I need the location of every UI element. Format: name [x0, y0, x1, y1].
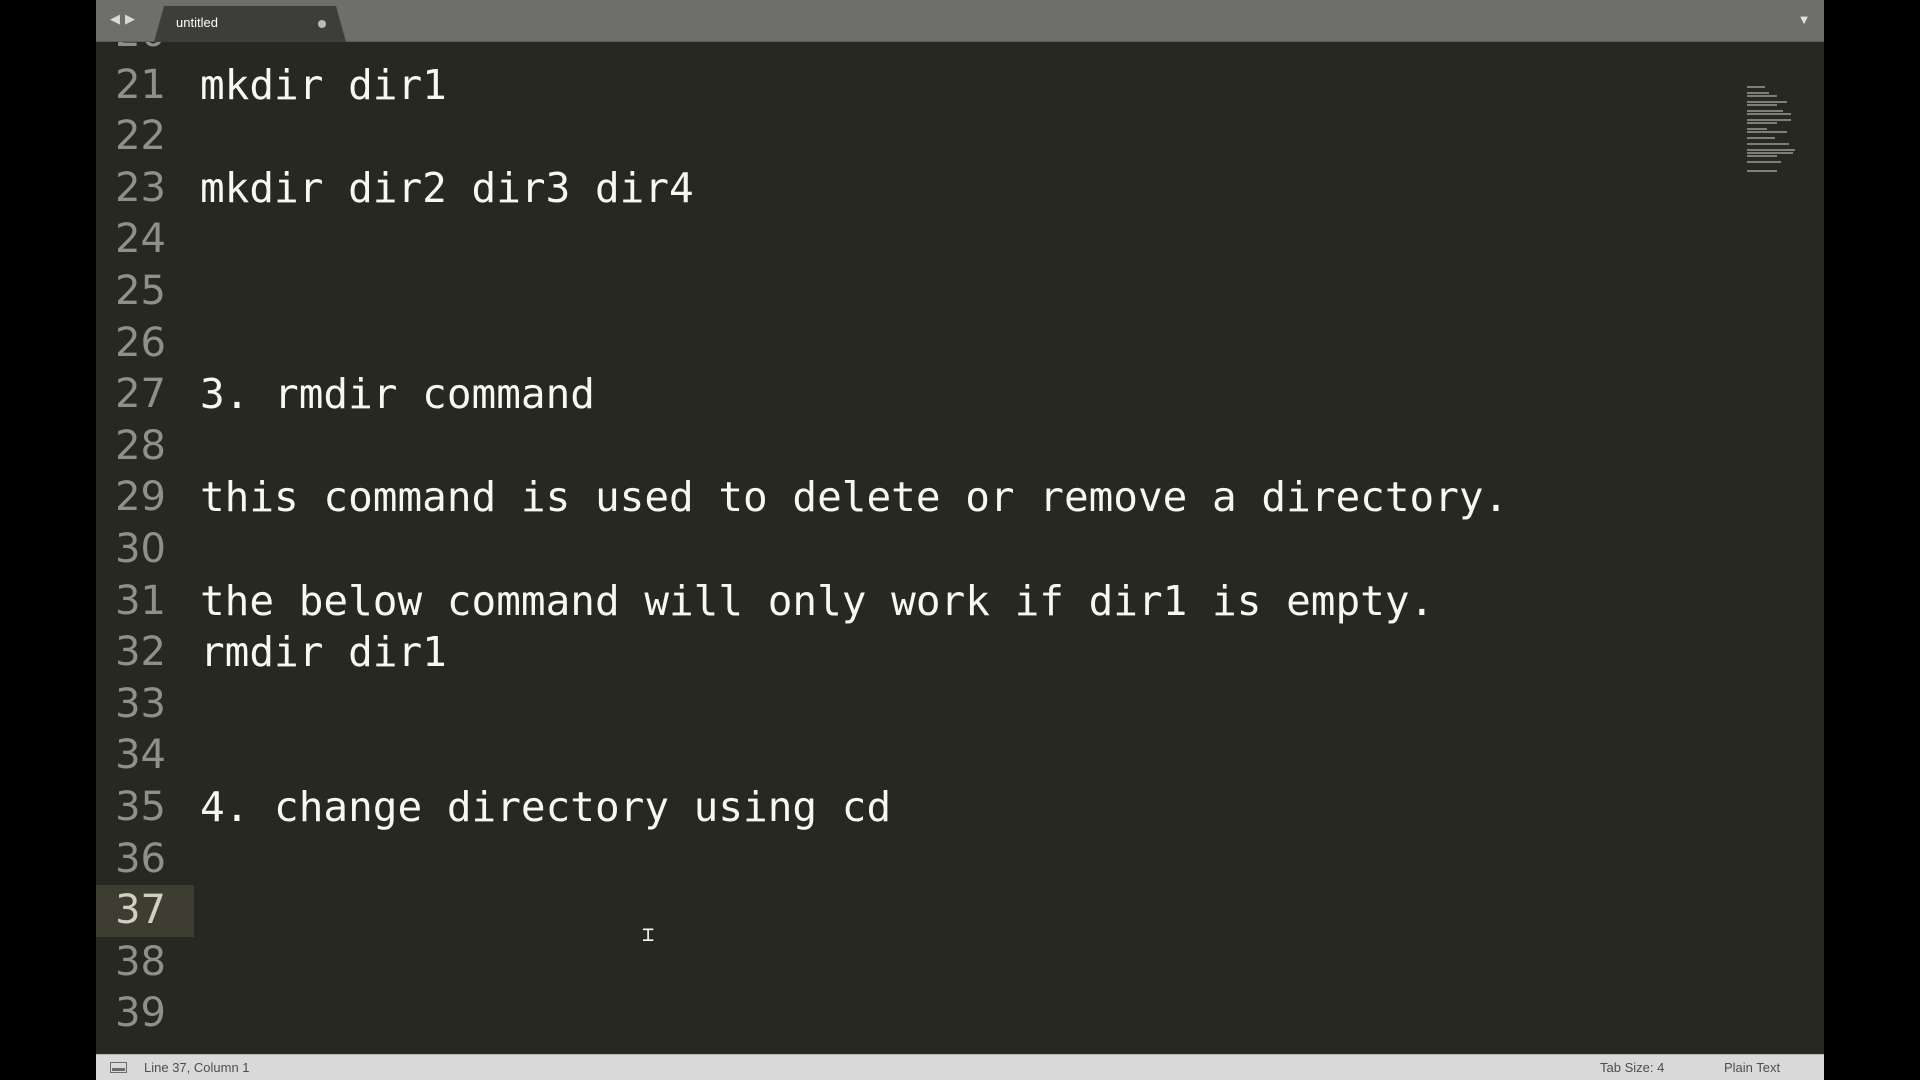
editor-line[interactable]: 30	[96, 524, 1746, 576]
minimap[interactable]	[1747, 86, 1813, 176]
status-bar: Line 37, Column 1 Tab Size: 4 Plain Text	[96, 1054, 1824, 1080]
text-editor[interactable]: 2021 mkdir dir1 2223 mkdir dir2 dir3 dir4 24…	[96, 42, 1824, 1054]
line-number: 26	[115, 319, 166, 366]
ibeam-cursor-icon: ⌶	[642, 922, 655, 946]
line-text[interactable]: this command is used to delete or remove…	[200, 472, 1508, 524]
tab-menu-chevron-icon[interactable]: ▼	[1796, 12, 1812, 28]
editor-line[interactable]: 34	[96, 730, 1746, 782]
editor-line[interactable]: 20	[96, 42, 1746, 60]
current-line[interactable]: 37	[96, 885, 1746, 937]
line-number: 27	[115, 371, 166, 418]
nav-back-icon[interactable]: ◀	[108, 11, 122, 27]
line-number: 35	[115, 783, 166, 830]
editor-line[interactable]: 25	[96, 266, 1746, 318]
line-number: 33	[115, 680, 166, 727]
editor-window: ◀ ▶ untitled ▼ 2021 mkdir dir1 2223 mkdir d…	[96, 0, 1824, 1080]
editor-line[interactable]: 29 this command is used to delete or remo…	[96, 472, 1746, 524]
minimap-line	[1747, 119, 1791, 121]
line-number: 24	[115, 216, 166, 263]
line-number: 30	[115, 525, 166, 572]
line-text[interactable]: the below command will only work if dir1…	[200, 576, 1434, 628]
editor-line[interactable]: 36	[96, 834, 1746, 886]
line-number: 28	[115, 422, 166, 469]
line-number: 36	[115, 835, 166, 882]
line-text[interactable]: mkdir dir2 dir3 dir4	[200, 163, 694, 215]
minimap-line	[1747, 104, 1777, 106]
minimap-line	[1747, 131, 1787, 133]
editor-line[interactable]: 22	[96, 111, 1746, 163]
minimap-line	[1747, 95, 1777, 97]
editor-line[interactable]: 26	[96, 318, 1746, 370]
minimap-line	[1747, 161, 1781, 163]
line-text[interactable]: mkdir dir1	[200, 60, 447, 112]
editor-line[interactable]: 32 rmdir dir1	[96, 627, 1746, 679]
tab-bar: ◀ ▶ untitled ▼	[96, 0, 1824, 42]
minimap-line	[1747, 152, 1793, 154]
minimap-line	[1747, 92, 1769, 94]
syntax-selector[interactable]: Plain Text	[1724, 1060, 1780, 1076]
minimap-line	[1747, 110, 1783, 112]
minimap-line	[1747, 122, 1777, 124]
line-number: 20	[96, 42, 194, 60]
minimap-line	[1747, 149, 1795, 151]
editor-line[interactable]: 39	[96, 988, 1746, 1040]
minimap-line	[1747, 128, 1767, 130]
editor-line[interactable]: 27 3. rmdir command	[96, 369, 1746, 421]
minimap-line	[1747, 113, 1791, 115]
editor-line[interactable]: 38	[96, 937, 1746, 989]
editor-line[interactable]: 28	[96, 421, 1746, 473]
tab-untitled[interactable]: untitled	[154, 6, 346, 42]
minimap-line	[1747, 101, 1787, 103]
line-number: 39	[115, 990, 166, 1037]
nav-forward-icon[interactable]: ▶	[123, 11, 137, 27]
line-number: 21	[115, 61, 166, 108]
line-number: 32	[115, 629, 166, 676]
line-number: 23	[115, 164, 166, 211]
line-number: 37	[96, 885, 194, 937]
tab-title: untitled	[176, 15, 218, 30]
line-number: 22	[115, 113, 166, 160]
line-text[interactable]: 4. change directory using cd	[200, 782, 891, 834]
line-number: 38	[115, 938, 166, 985]
editor-line[interactable]: 35 4. change directory using cd	[96, 782, 1746, 834]
unsaved-dot-icon[interactable]	[318, 20, 326, 28]
line-number: 29	[115, 474, 166, 521]
minimap-line	[1747, 155, 1777, 157]
cursor-position: Line 37, Column 1	[144, 1060, 250, 1075]
minimap-line	[1747, 137, 1775, 139]
editor-line[interactable]: 23 mkdir dir2 dir3 dir4	[96, 163, 1746, 215]
editor-line[interactable]: 31 the below command will only work if di…	[96, 576, 1746, 628]
panel-toggle-icon[interactable]	[110, 1062, 127, 1073]
editor-line[interactable]: 24	[96, 214, 1746, 266]
line-number: 25	[115, 267, 166, 314]
line-text[interactable]: 3. rmdir command	[200, 369, 595, 421]
line-number: 31	[115, 577, 166, 624]
line-text[interactable]: rmdir dir1	[200, 627, 447, 679]
minimap-line	[1747, 170, 1777, 172]
tab-size-selector[interactable]: Tab Size: 4	[1600, 1060, 1664, 1076]
editor-line[interactable]: 21 mkdir dir1	[96, 60, 1746, 112]
line-number: 34	[115, 732, 166, 779]
editor-line[interactable]: 33	[96, 679, 1746, 731]
editor-lines: 2021 mkdir dir1 2223 mkdir dir2 dir3 dir4 24…	[96, 42, 1746, 1040]
minimap-line	[1747, 143, 1789, 145]
minimap-line	[1747, 86, 1765, 88]
